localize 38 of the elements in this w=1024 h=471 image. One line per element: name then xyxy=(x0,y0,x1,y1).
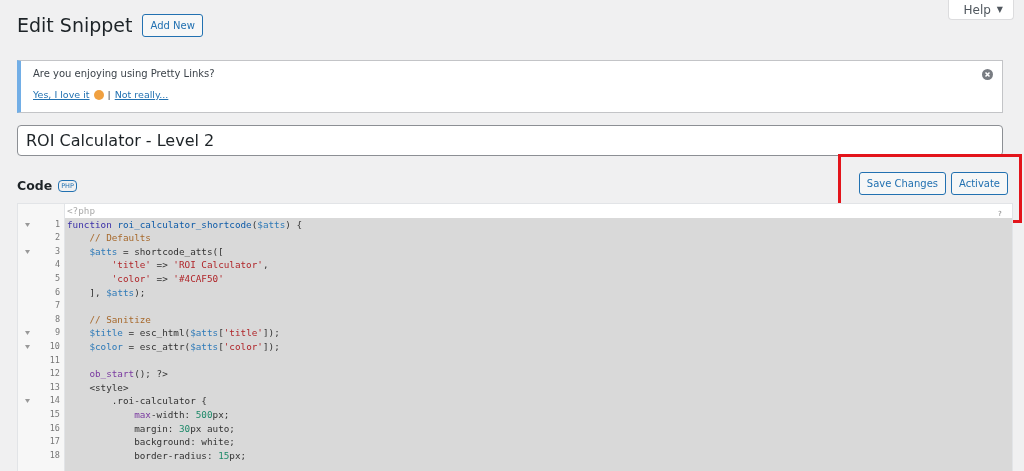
emoji-icon xyxy=(93,89,104,100)
line-number: 15 xyxy=(48,407,61,421)
line-number: 10 xyxy=(48,339,61,353)
notice-question: Are you enjoying using Pretty Links? xyxy=(33,68,215,79)
line-number: 3 xyxy=(53,244,61,258)
close-icon[interactable] xyxy=(982,69,993,80)
line-number: 6 xyxy=(53,285,61,299)
fold-icon[interactable] xyxy=(24,399,30,404)
line-number: 18 xyxy=(48,448,61,462)
code-line: <?php xyxy=(67,205,95,216)
line-number: 9 xyxy=(53,326,61,340)
fold-icon[interactable] xyxy=(24,344,30,349)
line-number: 11 xyxy=(48,353,61,367)
add-new-button[interactable]: Add New xyxy=(142,13,203,37)
line-number: 1 xyxy=(53,217,61,231)
separator: | xyxy=(107,89,111,100)
line-number: 4 xyxy=(53,258,61,272)
help-tab[interactable]: Help ▼ xyxy=(948,0,1014,20)
line-number: 16 xyxy=(48,421,61,435)
line-number: 14 xyxy=(48,394,61,408)
line-number: 12 xyxy=(48,367,61,381)
line-number: 5 xyxy=(53,271,61,285)
line-number: 7 xyxy=(53,299,61,313)
fold-icon[interactable] xyxy=(24,222,30,227)
code-editor[interactable] xyxy=(17,203,1013,471)
fold-icon[interactable] xyxy=(24,249,30,254)
activate-button[interactable]: Activate xyxy=(951,172,1008,195)
fold-icon[interactable] xyxy=(24,331,30,336)
page-title: Edit Snippet xyxy=(17,14,133,36)
no-link[interactable]: Not really... xyxy=(114,89,169,100)
code-label: Code xyxy=(17,178,53,193)
title-field[interactable]: ROI Calculator - Level 2 xyxy=(17,125,1003,156)
save-changes-button[interactable]: Save Changes xyxy=(858,172,946,195)
line-number: 8 xyxy=(53,312,61,326)
line-number: 13 xyxy=(48,380,61,394)
yes-link[interactable]: Yes, I love it xyxy=(33,89,90,100)
line-number: 2 xyxy=(53,231,61,245)
line-number: 17 xyxy=(48,435,61,449)
